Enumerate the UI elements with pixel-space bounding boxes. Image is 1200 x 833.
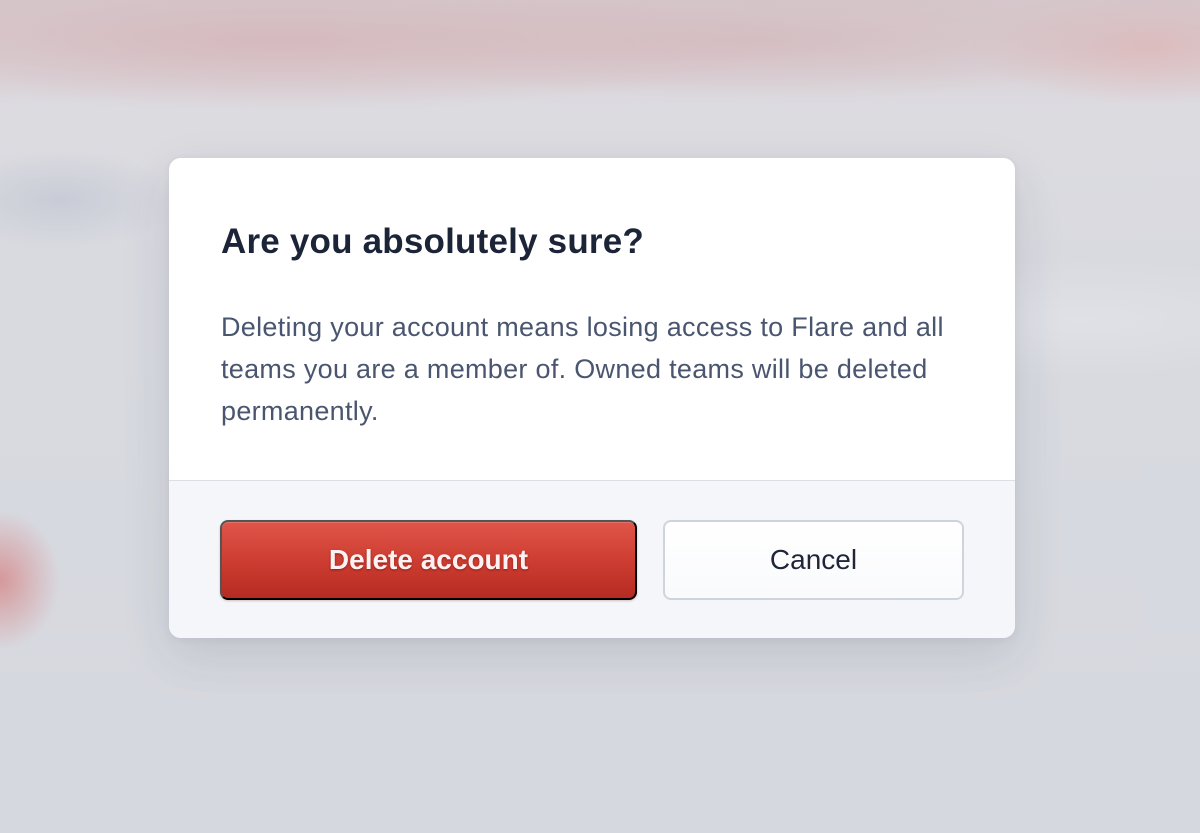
dialog-title: Are you absolutely sure? [221, 222, 644, 261]
dialog-message: Deleting your account means losing acces… [221, 312, 944, 426]
blurred-header-band [0, 0, 1200, 100]
dialog-footer: Delete account Cancel [169, 481, 1015, 638]
dialog-body: Are you absolutely sure? Deleting your a… [169, 158, 1015, 480]
delete-account-button[interactable]: Delete account [220, 520, 637, 600]
cancel-button[interactable]: Cancel [663, 520, 964, 600]
confirm-delete-dialog: Are you absolutely sure? Deleting your a… [169, 158, 1015, 638]
